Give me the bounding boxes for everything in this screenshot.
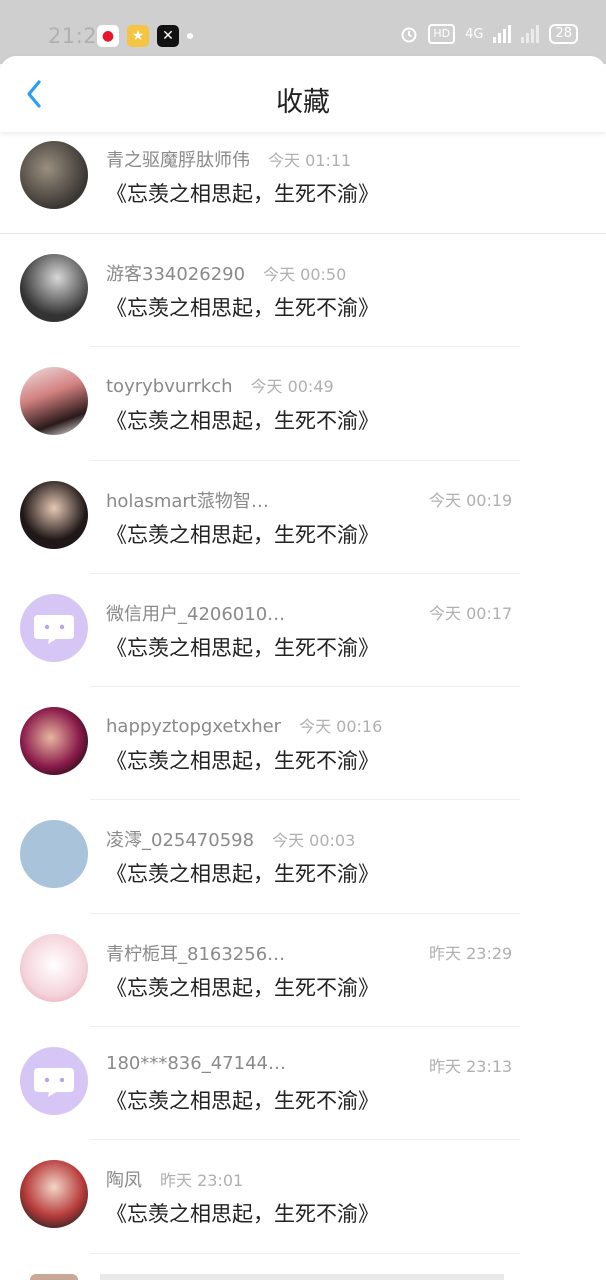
star-app-icon: ★ [127,25,149,47]
item-title[interactable]: 《忘羡之相思起，生死不渝》 [106,292,379,322]
item-username[interactable]: 180***836_47144… [106,1053,286,1074]
signal-icon [493,25,512,43]
list-item[interactable]: 180***836_47144… 昨天 23:13 《忘羡之相思起，生死不渝》 [0,1027,606,1141]
network-label: 4G [465,26,484,42]
avatar[interactable] [20,707,88,776]
default-avatar-icon [20,593,88,662]
list-item[interactable]: happyztopgxetxher 今天 00:16 《忘羡之相思起，生死不渝》 [0,687,606,801]
status-bar: 21:25 ● ★ ✕ HD 4G 28 [0,0,606,64]
item-username[interactable]: happyztopgxetxher [106,716,281,737]
item-username[interactable]: 游客334026290 [106,260,245,286]
item-title[interactable]: 《忘羡之相思起，生死不渝》 [106,1085,379,1115]
item-username[interactable]: holasmart蒎物智… [106,487,269,513]
avatar[interactable] [20,1047,88,1116]
list-item[interactable]: 游客334026290 今天 00:50 《忘羡之相思起，生死不渝》 [0,234,606,348]
notification-icons: ● ★ ✕ [97,25,193,47]
item-username[interactable]: 陶凤 [106,1166,142,1192]
system-icons: HD 4G 28 [400,24,578,44]
item-title[interactable]: 《忘羡之相思起，生死不渝》 [106,1198,379,1228]
avatar[interactable] [20,1160,88,1229]
wifi-off-icon [521,25,540,43]
more-notifications-dot [187,33,193,39]
avatar[interactable] [20,367,88,436]
item-title[interactable]: 《忘羡之相思起，生死不渝》 [106,632,379,662]
list-item[interactable]: toyrybvurrkch 今天 00:49 《忘羡之相思起，生死不渝》 [0,347,606,461]
item-time: 昨天 23:13 [429,1057,513,1077]
item-time: 昨天 23:29 [429,943,513,963]
item-username[interactable]: toyrybvurrkch [106,376,232,397]
list-item[interactable]: 凌澪_025470598 今天 00:03 《忘羡之相思起，生死不渝》 [0,800,606,914]
page-header: 收藏 [0,56,606,132]
hd-badge: HD [428,24,456,44]
item-title[interactable]: 《忘羡之相思起，生死不渝》 [106,519,379,549]
item-title[interactable]: 《忘羡之相思起，生死不渝》 [106,972,379,1002]
avatar[interactable] [20,254,88,322]
list-item[interactable]: 青柠栀耳_8163256… 昨天 23:29 《忘羡之相思起，生死不渝》 [0,914,606,1028]
item-time: 昨天 23:01 [160,1171,244,1191]
capcut-icon: ✕ [157,25,179,47]
divider [90,1252,520,1254]
default-avatar-icon [20,1047,88,1116]
item-title[interactable]: 《忘羡之相思起，生死不渝》 [106,178,379,208]
item-time: 今天 01:11 [268,151,352,170]
item-time: 今天 00:19 [429,490,513,510]
avatar[interactable] [20,480,88,549]
item-title[interactable]: 《忘羡之相思起，生死不渝》 [106,745,379,775]
page-title: 收藏 [276,87,330,118]
item-time: 今天 00:50 [263,265,347,284]
list-item[interactable]: 青之驱魔脬肽师伟 今天 01:11 《忘羡之相思起，生死不渝》 [0,132,606,234]
avatar[interactable] [20,933,88,1002]
next-item-peek [0,1272,606,1280]
alarm-icon [401,27,417,43]
avatar[interactable] [20,141,88,209]
avatar[interactable] [20,820,88,889]
item-username[interactable]: 青柠栀耳_8163256… [106,940,285,966]
list-item[interactable]: 陶凤 昨天 23:01 《忘羡之相思起，生死不渝》 [0,1140,606,1254]
item-time: 今天 00:03 [272,831,356,851]
battery-icon: 28 [549,24,578,44]
item-time: 今天 00:16 [299,717,383,737]
item-username[interactable]: 微信用户_4206010… [106,600,285,626]
weibo-icon: ● [97,25,119,47]
item-time: 今天 00:49 [250,377,334,397]
item-username[interactable]: 凌澪_025470598 [106,826,254,852]
item-title[interactable]: 《忘羡之相思起，生死不渝》 [106,405,379,435]
item-time: 今天 00:17 [429,603,513,623]
list-item[interactable]: holasmart蒎物智… 今天 00:19 《忘羡之相思起，生死不渝》 [0,461,606,574]
list-item[interactable]: 微信用户_4206010… 今天 00:17 《忘羡之相思起，生死不渝》 [0,574,606,688]
item-title[interactable]: 《忘羡之相思起，生死不渝》 [106,858,379,888]
avatar[interactable] [20,593,88,662]
item-username[interactable]: 青之驱魔脬肽师伟 [106,146,250,172]
favorites-list: 青之驱魔脬肽师伟 今天 01:11 《忘羡之相思起，生死不渝》 游客334026… [0,132,606,1254]
